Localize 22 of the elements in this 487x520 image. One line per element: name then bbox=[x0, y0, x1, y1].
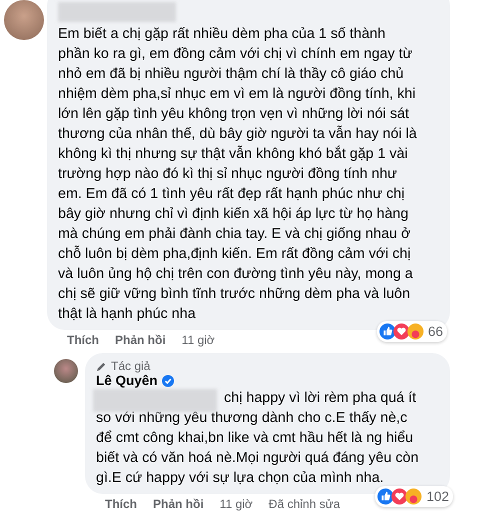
avatar[interactable] bbox=[54, 359, 78, 383]
author-label: Tác giả bbox=[111, 359, 150, 373]
action-link[interactable]: Thích bbox=[105, 497, 137, 511]
like-icon bbox=[378, 323, 396, 340]
reaction-summary[interactable]: 66 bbox=[376, 321, 447, 342]
avatar[interactable] bbox=[4, 0, 44, 40]
reaction-count: 102 bbox=[426, 489, 449, 504]
pen-icon bbox=[96, 360, 107, 372]
timestamp: 11 giờ bbox=[220, 497, 253, 511]
comment-text: Em biết a chị gặp rất nhiều dèm pha của 1 số thành phần ko ra gì, em đồng cảm với chị vì chính em ngay từ nhỏ em đã bị nhiều người thậm chí là thầy cô giáo chủ nhiệm dèm pha,sỉ nhục em vì em là người đồng tính, khi lớn lên gặp tình yêu không trọn vẹn vì những lời nói sát thương của nhân thế, dù bây giờ người ta vẫn hay nói là không kì thị nhưng sự thật vẫn không khó bắt gặp 1 vài trường hợp nào đó kì thị sỉ nhục người đồng tính như em. Em đã có 1 tình yêu rất đẹp rất hạnh phúc như chị bây giờ nhưng chỉ vì định kiến xã hội áp lực từ họ hàng mà chúng em phải đành chia tay. E và chị giống nhau ở chỗ luôn bị dèm pha,định kiến. Em rất đồng cảm với chị và luôn ủng hộ chị trên con đường tình yêu này, mong a chị sẽ giữ vững bình tĩnh trước những dèm pha và luôn thật là hạnh phúc nha bbox=[58, 25, 418, 324]
author-name[interactable]: Lê Quyên bbox=[96, 373, 158, 388]
comment-text: chị happy vì lời rèm pha quá ít so với những yêu thương dành cho c.E thấy nè,c để cmt công khai,bn like và cmt hầu hết là ng hiểu biết và có văn hoá nè.Mọi người quá đáng yêu còn gì.E cứ happy với sự lựa chọn của mình nha. bbox=[96, 389, 420, 488]
action-link[interactable]: Thích bbox=[67, 333, 99, 347]
action-link[interactable]: Phản hồi bbox=[153, 497, 204, 511]
care-icon bbox=[406, 323, 424, 340]
action-link[interactable]: Phản hồi bbox=[115, 333, 166, 347]
care-icon bbox=[405, 488, 422, 505]
edited-label: Đã chỉnh sửa bbox=[268, 497, 340, 511]
reaction-count: 66 bbox=[428, 324, 443, 339]
like-icon bbox=[377, 488, 394, 505]
timestamp: 11 giờ bbox=[182, 333, 215, 347]
reaction-summary[interactable]: 102 bbox=[375, 486, 453, 507]
